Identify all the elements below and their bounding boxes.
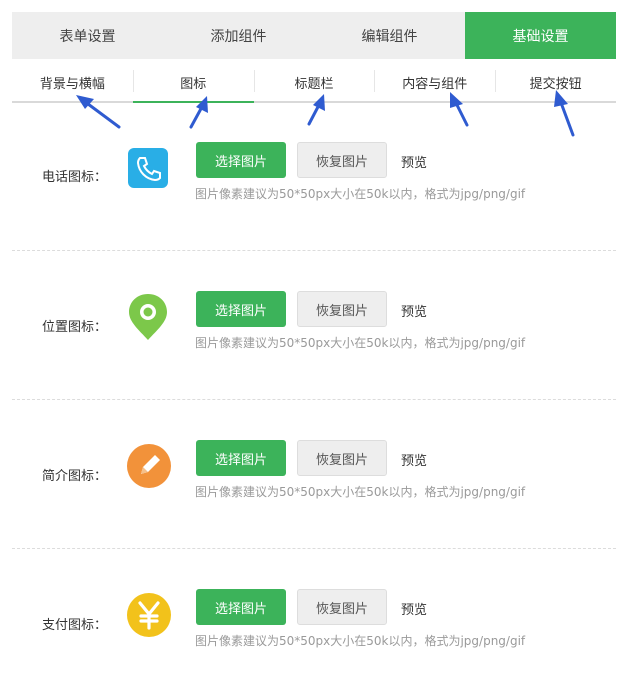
subtab-icons[interactable]: 图标	[132, 63, 254, 103]
restore-image-button[interactable]: 恢复图片	[297, 142, 387, 178]
icon-setting-row-location: 位置图标： 选择图片 恢复图片 预览 图片像素建议为50*50px大小在50k以…	[12, 261, 616, 401]
restore-image-button[interactable]: 恢复图片	[297, 291, 387, 327]
icon-setting-row-intro: 简介图标： 选择图片 恢复图片 预览 图片像素建议为50*50px大小在50k以…	[12, 410, 616, 550]
select-image-button[interactable]: 选择图片	[196, 291, 286, 327]
subtab-title-bar[interactable]: 标题栏	[253, 63, 375, 101]
tab-form-settings[interactable]: 表单设置	[12, 12, 163, 59]
subtab-background-banner[interactable]: 背景与横幅	[12, 63, 133, 101]
subtab-content-components[interactable]: 内容与组件	[374, 63, 495, 101]
row-label: 简介图标：	[42, 469, 108, 484]
phone-icon	[126, 146, 170, 194]
image-hint-text: 图片像素建议为50*50px大小在50k以内，格式为jpg/png/gif	[195, 187, 526, 201]
preview-link[interactable]: 预览	[401, 599, 427, 618]
restore-image-button[interactable]: 恢复图片	[297, 440, 387, 476]
restore-image-button[interactable]: 恢复图片	[297, 589, 387, 625]
subtab-submit-button[interactable]: 提交按钮	[495, 63, 616, 101]
select-image-button[interactable]: 选择图片	[196, 440, 286, 476]
image-hint-text: 图片像素建议为50*50px大小在50k以内，格式为jpg/png/gif	[195, 336, 526, 350]
location-pin-icon	[126, 291, 170, 340]
row-label: 支付图标：	[42, 618, 108, 633]
image-hint-text: 图片像素建议为50*50px大小在50k以内，格式为jpg/png/gif	[195, 634, 526, 648]
preview-link[interactable]: 预览	[401, 450, 427, 469]
row-label: 电话图标：	[42, 170, 108, 185]
row-divider	[12, 250, 616, 251]
tab-edit-component[interactable]: 编辑组件	[314, 12, 465, 59]
yen-icon	[126, 592, 171, 640]
icon-setting-row-phone: 电话图标： 选择图片 恢复图片 预览 图片像素建议为50*50px大小在50k以…	[12, 112, 616, 252]
top-tab-bar: 表单设置 添加组件 编辑组件 基础设置	[12, 12, 616, 59]
select-image-button[interactable]: 选择图片	[196, 589, 286, 625]
row-divider	[12, 399, 616, 400]
pencil-icon	[126, 443, 171, 491]
image-hint-text: 图片像素建议为50*50px大小在50k以内，格式为jpg/png/gif	[195, 485, 526, 499]
preview-link[interactable]: 预览	[401, 301, 427, 320]
tab-basic-settings[interactable]: 基础设置	[465, 12, 616, 59]
sub-tab-bar: 背景与横幅 图标 标题栏 内容与组件 提交按钮	[12, 63, 616, 103]
tab-add-component[interactable]: 添加组件	[163, 12, 314, 59]
preview-link[interactable]: 预览	[401, 152, 427, 171]
row-divider	[12, 548, 616, 549]
row-label: 位置图标：	[42, 320, 108, 335]
select-image-button[interactable]: 选择图片	[196, 142, 286, 178]
icon-setting-row-payment: 支付图标： 选择图片 恢复图片 预览 图片像素建议为50*50px大小在50k以…	[12, 559, 616, 699]
